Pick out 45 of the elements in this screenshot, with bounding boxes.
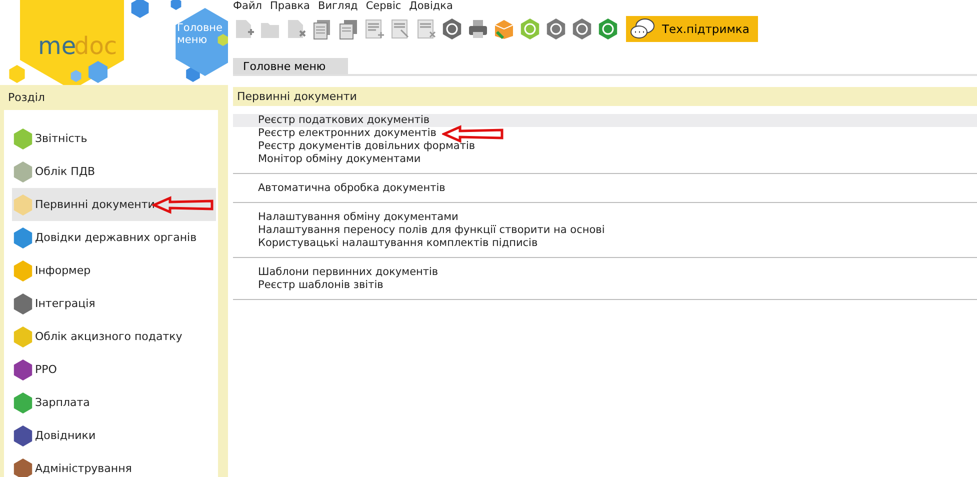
box-icon[interactable] <box>493 18 515 40</box>
delete-document-icon[interactable] <box>285 18 307 40</box>
hexagon-icon[interactable] <box>571 18 593 40</box>
sidebar-item[interactable]: Облік ПДВ <box>12 155 216 188</box>
sidebar-title: Розділ <box>7 91 46 106</box>
menu-link[interactable]: Реєстр податкових документів <box>233 114 977 127</box>
menu-link[interactable]: Реєстр електронних документів <box>233 127 977 140</box>
menu-link[interactable]: Користувацькі налаштування комплектів підписів <box>233 237 977 250</box>
sidebar-item[interactable]: Інформер <box>12 254 216 287</box>
printer-icon[interactable] <box>467 18 489 40</box>
menu-link[interactable]: Монітор обміну документами <box>233 153 977 166</box>
menu-link[interactable]: Налаштування обміну документами <box>233 211 977 224</box>
section-title: Первинні документи <box>233 87 977 106</box>
sidebar-item[interactable]: Адміністрування <box>12 452 216 477</box>
menu-link[interactable]: Реєстр документів довільних форматів <box>233 140 977 153</box>
sidebar-item[interactable]: Зарплата <box>12 386 216 419</box>
sidebar-item[interactable]: Первинні документи <box>12 188 216 221</box>
new-document-icon[interactable] <box>233 18 255 40</box>
menu-link[interactable]: Реєстр шаблонів звітів <box>233 279 977 292</box>
sidebar-item[interactable]: Звітність <box>12 122 216 155</box>
add-list-icon[interactable] <box>363 18 385 40</box>
tab[interactable]: Головне меню <box>233 58 348 74</box>
logo-text: me <box>38 32 76 60</box>
hexagon-icon[interactable] <box>545 18 567 40</box>
menu-item[interactable]: Сервіс <box>366 0 402 14</box>
support-button[interactable]: Тех.підтримка <box>626 16 758 42</box>
sidebar-item[interactable]: Інтеграція <box>12 287 216 320</box>
menu-item[interactable]: Довідка <box>409 0 453 14</box>
hexagon-icon[interactable] <box>597 18 619 40</box>
menu-item[interactable]: Файл <box>233 0 262 14</box>
sidebar-item[interactable]: РРО <box>12 353 216 386</box>
menu-link[interactable]: Шаблони первинних документів <box>233 266 977 279</box>
copy-icon[interactable] <box>311 18 333 40</box>
chat-icon <box>630 18 656 40</box>
sidebar-item[interactable]: Облік акцизного податку <box>12 320 216 353</box>
hexagon-icon[interactable] <box>441 18 463 40</box>
duplicate-icon[interactable] <box>337 18 359 40</box>
menu-item[interactable]: Вигляд <box>318 0 358 14</box>
menu-item[interactable]: Правка <box>270 0 310 14</box>
sidebar-item[interactable]: Довідки державних органів <box>12 221 216 254</box>
delete-list-icon[interactable] <box>415 18 437 40</box>
sidebar-item[interactable]: Довідники <box>12 419 216 452</box>
menu-link[interactable]: Налаштування переносу полів для функції створити на основі <box>233 224 977 237</box>
edit-list-icon[interactable] <box>389 18 411 40</box>
menu-link[interactable]: Автоматична обробка документів <box>233 182 977 195</box>
